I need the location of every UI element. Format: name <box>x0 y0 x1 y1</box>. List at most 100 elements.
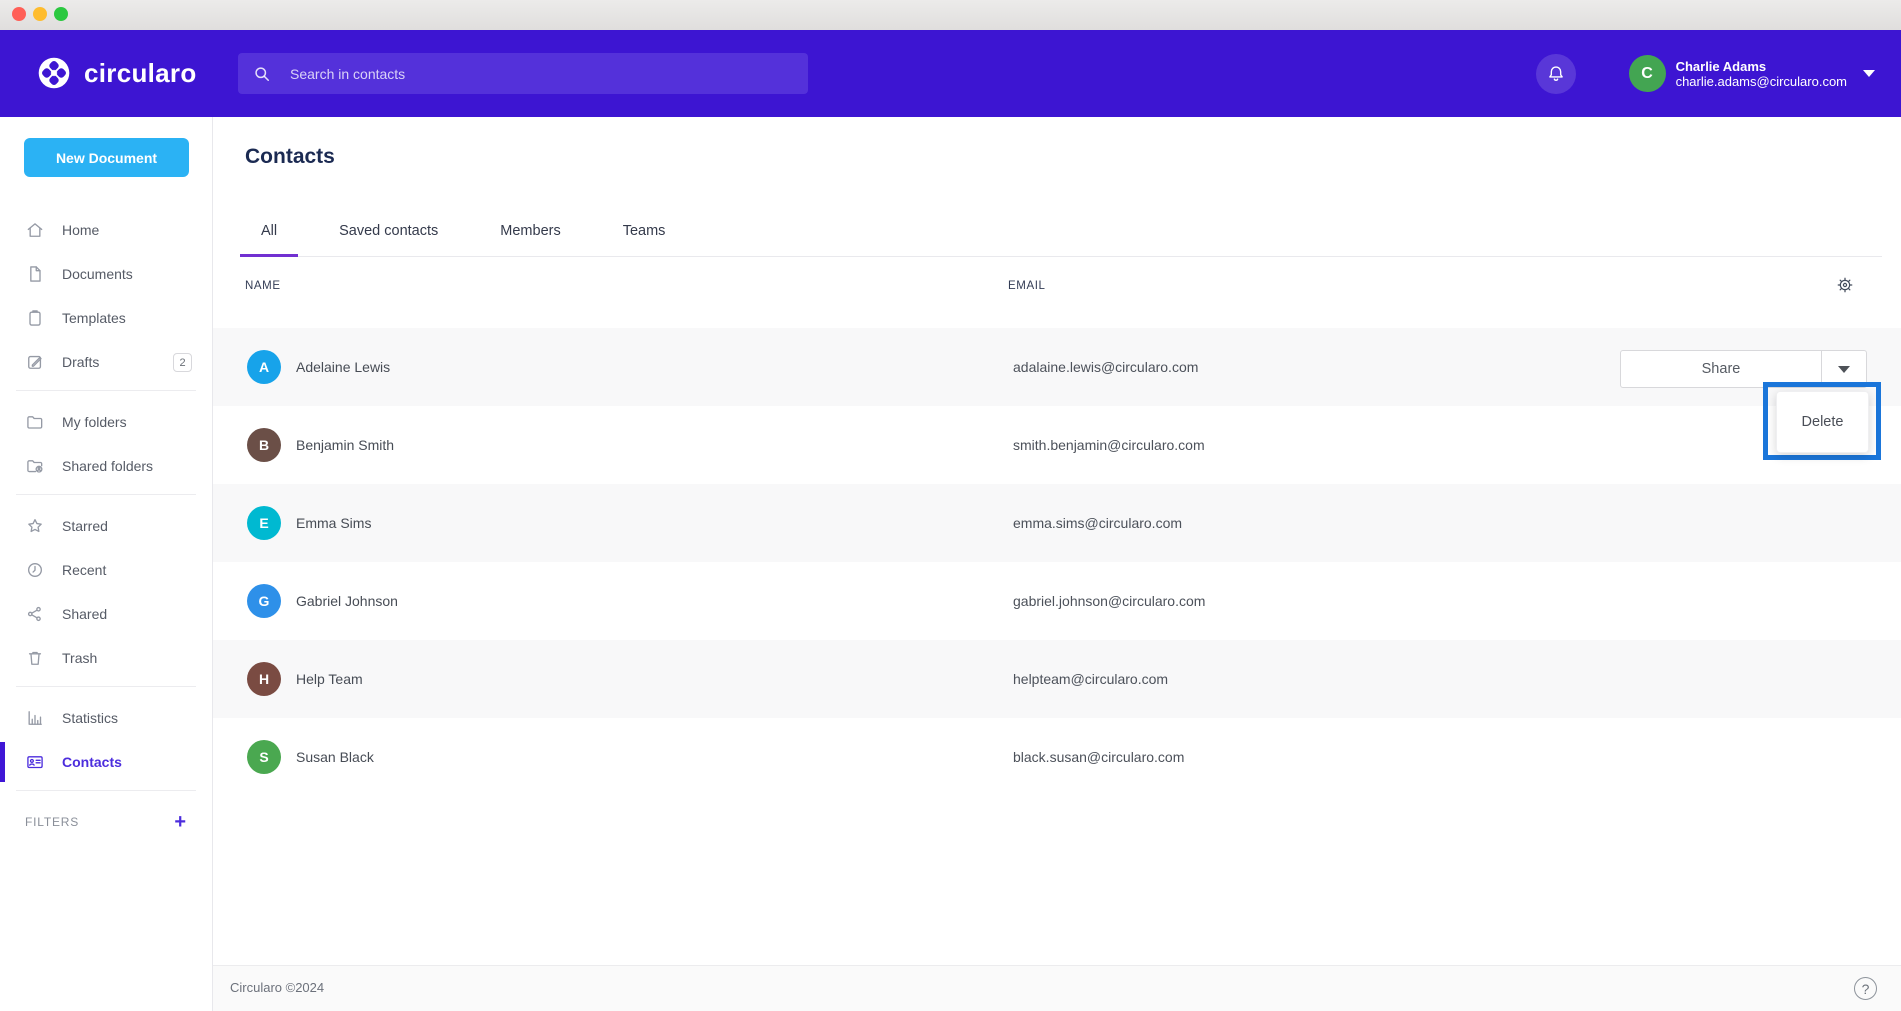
gear-icon[interactable] <box>1835 275 1855 295</box>
document-icon <box>25 264 45 284</box>
avatar: S <box>247 740 281 774</box>
tab-members[interactable]: Members <box>479 205 581 256</box>
help-icon[interactable]: ? <box>1854 977 1877 1000</box>
tab-all[interactable]: All <box>240 205 298 256</box>
user-menu[interactable]: C Charlie Adams charlie.adams@circularo.… <box>1629 55 1875 92</box>
edit-icon <box>25 352 45 372</box>
sidebar-item-label: Statistics <box>62 710 118 726</box>
add-filter-button[interactable]: + <box>174 812 186 832</box>
tab-bar: All Saved contacts Members Teams <box>240 205 1882 257</box>
zoom-window-button[interactable] <box>54 7 68 21</box>
sidebar-item-label: Contacts <box>62 754 122 770</box>
star-icon <box>25 516 45 536</box>
sidebar-item-label: Drafts <box>62 354 99 370</box>
sidebar-item-templates[interactable]: Templates <box>0 296 212 340</box>
column-header-name: NAME <box>245 280 281 292</box>
contacts-table-body: A Adelaine Lewis adalaine.lewis@circularo.… <box>213 328 1901 796</box>
divider <box>16 790 196 791</box>
sidebar-item-starred[interactable]: Starred <box>0 504 212 548</box>
app-header: circularo C Charlie Adams charlie.adams@… <box>0 30 1901 117</box>
avatar: B <box>247 428 281 462</box>
contact-email: gabriel.johnson@circularo.com <box>1013 593 1205 609</box>
contact-email: smith.benjamin@circularo.com <box>1013 437 1205 453</box>
tab-saved-contacts[interactable]: Saved contacts <box>318 205 459 256</box>
page-title: Contacts <box>245 145 335 169</box>
sidebar-item-label: My folders <box>62 414 127 430</box>
sidebar-item-label: Documents <box>62 266 133 282</box>
sidebar-item-trash[interactable]: Trash <box>0 636 212 680</box>
divider <box>16 686 196 687</box>
sidebar-item-documents[interactable]: Documents <box>0 252 212 296</box>
chevron-down-icon <box>1863 70 1875 77</box>
share-icon <box>25 604 45 624</box>
tab-teams[interactable]: Teams <box>602 205 687 256</box>
brand-name: circularo <box>84 58 197 89</box>
user-avatar: C <box>1629 55 1666 92</box>
avatar: A <box>247 350 281 384</box>
sidebar-item-label: Shared <box>62 606 107 622</box>
user-email: charlie.adams@circularo.com <box>1676 74 1847 89</box>
caret-down-icon <box>1838 366 1850 373</box>
search-input[interactable] <box>238 53 808 94</box>
contact-row[interactable]: EEmma Simsemma.sims@circularo.com <box>213 484 1901 562</box>
user-name: Charlie Adams <box>1676 59 1767 74</box>
sidebar-item-recent[interactable]: Recent <box>0 548 212 592</box>
drafts-count-badge: 2 <box>173 353 192 372</box>
row-dropdown-menu: Delete <box>1776 391 1869 453</box>
contact-row[interactable]: GGabriel Johnsongabriel.johnson@circular… <box>213 562 1901 640</box>
contact-row[interactable]: H Help Team helpteam@circularo.com <box>213 640 1901 718</box>
notifications-button[interactable] <box>1536 54 1576 94</box>
brand-logo[interactable]: circularo <box>36 55 197 91</box>
contact-email: emma.sims@circularo.com <box>1013 515 1182 531</box>
sidebar-nav: Home Documents Templates Drafts 2 My folders S… <box>0 208 212 791</box>
home-icon <box>25 220 45 240</box>
clock-icon <box>25 560 45 580</box>
copyright-text: Circularo ©2024 <box>230 980 324 995</box>
contact-email: adalaine.lewis@circularo.com <box>1013 359 1198 375</box>
main-content: Contacts All Saved contacts Members Teams N… <box>213 117 1901 1011</box>
folder-icon <box>25 412 45 432</box>
contact-row[interactable]: B Benjamin Smith smith.benjamin@circularo.… <box>213 406 1901 484</box>
sidebar-item-label: Recent <box>62 562 106 578</box>
menu-item-delete[interactable]: Delete <box>1802 414 1844 430</box>
clipboard-icon <box>25 308 45 328</box>
contact-name: Adelaine Lewis <box>296 359 390 375</box>
statistics-icon <box>25 708 45 728</box>
sidebar-item-shared-folders[interactable]: Shared folders <box>0 444 212 488</box>
contact-name: Help Team <box>296 671 363 687</box>
sidebar-item-label: Templates <box>62 310 126 326</box>
contact-email: black.susan@circularo.com <box>1013 749 1184 765</box>
new-document-button[interactable]: New Document <box>24 138 189 177</box>
sidebar-item-home[interactable]: Home <box>0 208 212 252</box>
footer: Circularo ©2024 ? <box>213 965 1901 1011</box>
sidebar-item-drafts[interactable]: Drafts 2 <box>0 340 212 384</box>
divider <box>16 390 196 391</box>
bell-icon <box>1545 63 1567 85</box>
share-split-button: Share <box>1620 350 1867 388</box>
window-titlebar <box>0 0 1901 30</box>
sidebar-item-label: Shared folders <box>62 458 153 474</box>
divider <box>16 494 196 495</box>
minimize-window-button[interactable] <box>33 7 47 21</box>
sidebar-item-contacts[interactable]: Contacts <box>0 740 212 784</box>
contact-email: helpteam@circularo.com <box>1013 671 1168 687</box>
contact-row[interactable]: S Susan Black black.susan@circularo.com <box>213 718 1901 796</box>
sidebar-item-label: Trash <box>62 650 97 666</box>
share-button[interactable]: Share <box>1621 351 1822 387</box>
sidebar-item-shared[interactable]: Shared <box>0 592 212 636</box>
contact-name: Gabriel Johnson <box>296 593 398 609</box>
circularo-flower-icon <box>36 55 72 91</box>
sidebar-item-statistics[interactable]: Statistics <box>0 696 212 740</box>
contact-name: Susan Black <box>296 749 374 765</box>
avatar: H <box>247 662 281 696</box>
column-header-email: EMAIL <box>1008 280 1046 292</box>
sidebar-item-label: Starred <box>62 518 108 534</box>
share-dropdown-toggle[interactable] <box>1822 351 1866 387</box>
contact-name: Benjamin Smith <box>296 437 394 453</box>
trash-icon <box>25 648 45 668</box>
filters-label: FILTERS <box>25 815 79 829</box>
close-window-button[interactable] <box>12 7 26 21</box>
filters-section: FILTERS + <box>0 800 212 844</box>
sidebar-item-my-folders[interactable]: My folders <box>0 400 212 444</box>
sidebar-item-label: Home <box>62 222 99 238</box>
